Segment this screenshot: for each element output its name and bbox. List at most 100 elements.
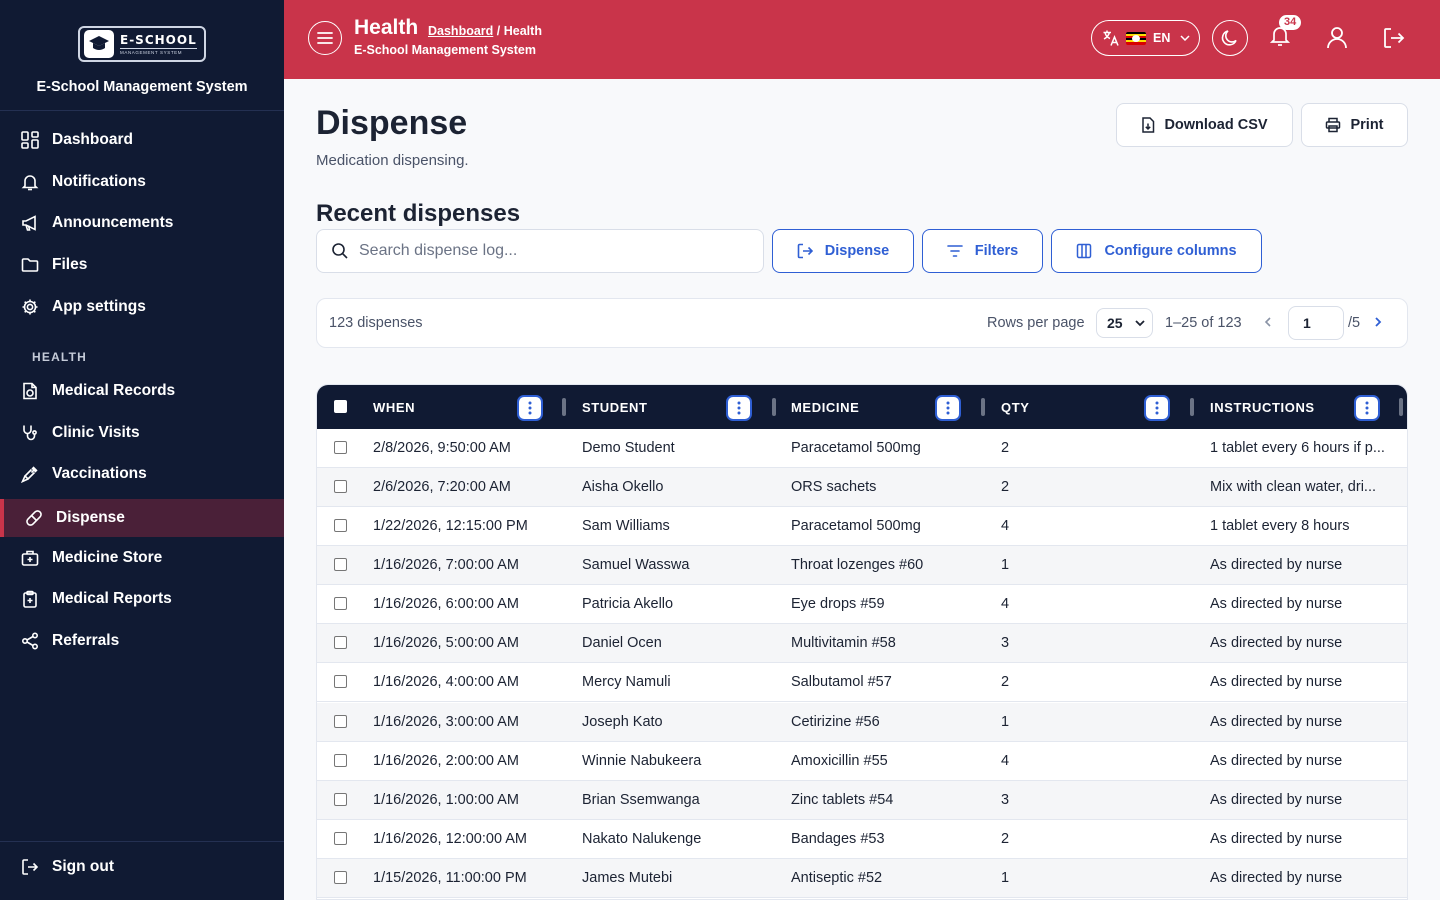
dispense-button[interactable]: Dispense [772, 229, 914, 273]
sidebar-item-notifications[interactable]: Notifications [0, 163, 284, 201]
sidebar-item-files[interactable]: Files [0, 246, 284, 284]
cell-student: Brian Ssemwanga [582, 792, 700, 808]
share-icon [20, 631, 40, 651]
breadcrumb-link-dashboard[interactable]: Dashboard [428, 24, 493, 38]
table-row[interactable]: 1/16/2026, 3:00:00 AM Joseph Kato Cetiri… [317, 703, 1407, 742]
cell-instructions: 1 tablet every 6 hours if p... [1210, 440, 1385, 456]
column-resize-handle[interactable] [1399, 398, 1403, 416]
dispense-table: WHEN STUDENT MEDICINE QTY INSTRUCTIONS 2… [316, 384, 1408, 900]
sidebar-item-label: Dispense [56, 509, 125, 526]
row-checkbox[interactable] [334, 675, 347, 688]
cell-instructions: As directed by nurse [1210, 674, 1343, 690]
table-row[interactable]: 2/6/2026, 7:20:00 AM Aisha Okello ORS sa… [317, 468, 1407, 507]
cell-qty: 4 [1001, 518, 1010, 534]
table-row[interactable]: 1/16/2026, 12:00:00 AM Nakato Nalukenge … [317, 820, 1407, 859]
column-header-instructions[interactable]: INSTRUCTIONS [1210, 385, 1315, 429]
cell-when: 1/16/2026, 2:00:00 AM [373, 753, 519, 769]
row-checkbox[interactable] [334, 441, 347, 454]
sidebar-item-dispense[interactable]: Dispense [0, 499, 284, 537]
sidebar-item-app-settings[interactable]: App settings [0, 288, 284, 326]
cell-instructions: 1 tablet every 8 hours [1210, 518, 1350, 534]
logout-button[interactable] [1382, 26, 1406, 55]
language-selector[interactable]: EN [1091, 20, 1200, 56]
page-number-input[interactable] [1288, 306, 1344, 340]
download-csv-button[interactable]: Download CSV [1116, 103, 1293, 147]
table-row[interactable]: 1/16/2026, 1:00:00 AM Brian Ssemwanga Zi… [317, 781, 1407, 820]
column-menu-button[interactable] [726, 395, 752, 421]
sidebar-item-medical-reports[interactable]: Medical Reports [0, 580, 284, 618]
next-page-button[interactable] [1373, 315, 1383, 333]
column-resize-handle[interactable] [772, 398, 776, 416]
print-button[interactable]: Print [1301, 103, 1408, 147]
sidebar-item-vaccinations[interactable]: Vaccinations [0, 455, 284, 493]
table-row[interactable]: 1/16/2026, 6:00:00 AM Patricia Akello Ey… [317, 585, 1407, 624]
search-input[interactable] [359, 242, 739, 260]
column-header-medicine[interactable]: MEDICINE [791, 385, 859, 429]
cell-instructions: As directed by nurse [1210, 870, 1343, 886]
sidebar-item-label: Medical Reports [52, 590, 172, 607]
row-checkbox[interactable] [334, 793, 347, 806]
cell-student: Patricia Akello [582, 596, 674, 612]
configure-columns-button[interactable]: Configure columns [1051, 229, 1262, 273]
sidebar-item-medicine-store[interactable]: Medicine Store [0, 539, 284, 577]
row-checkbox[interactable] [334, 597, 347, 610]
sidebar-item-dashboard[interactable]: Dashboard [0, 121, 284, 159]
table-row[interactable]: 1/16/2026, 4:00:00 AM Mercy Namuli Salbu… [317, 663, 1407, 702]
sidebar-item-medical-records[interactable]: Medical Records [0, 372, 284, 410]
row-checkbox[interactable] [334, 519, 347, 532]
graduation-cap-icon [84, 30, 114, 58]
column-menu-button[interactable] [1354, 395, 1380, 421]
column-resize-handle[interactable] [562, 398, 566, 416]
cell-medicine: Salbutamol #57 [791, 674, 892, 690]
column-resize-handle[interactable] [981, 398, 985, 416]
table-row[interactable]: 2/8/2026, 9:50:00 AM Demo Student Parace… [317, 429, 1407, 468]
cell-medicine: Bandages #53 [791, 831, 885, 847]
cell-student: James Mutebi [582, 870, 673, 886]
table-row[interactable]: 1/22/2026, 12:15:00 PM Sam Williams Para… [317, 507, 1407, 546]
menu-toggle-button[interactable] [308, 21, 342, 55]
profile-button[interactable] [1326, 26, 1348, 55]
row-checkbox[interactable] [334, 715, 347, 728]
sidebar-item-clinic-visits[interactable]: Clinic Visits [0, 414, 284, 452]
column-header-when[interactable]: WHEN [373, 385, 415, 429]
cell-student: Mercy Namuli [582, 674, 671, 690]
table-row[interactable]: 1/16/2026, 7:00:00 AM Samuel Wasswa Thro… [317, 546, 1407, 585]
column-menu-button[interactable] [935, 395, 961, 421]
cell-when: 1/22/2026, 12:15:00 PM [373, 518, 528, 534]
row-checkbox[interactable] [334, 754, 347, 767]
medkit-icon [20, 548, 40, 568]
sign-out-button[interactable]: Sign out [20, 848, 114, 886]
row-checkbox[interactable] [334, 636, 347, 649]
table-row[interactable]: 1/16/2026, 2:00:00 AM Winnie Nabukeera A… [317, 742, 1407, 781]
sidebar-item-announcements[interactable]: Announcements [0, 204, 284, 242]
column-menu-button[interactable] [1144, 395, 1170, 421]
section-title: Recent dispenses [316, 200, 521, 227]
filters-button[interactable]: Filters [922, 229, 1043, 273]
page-subtitle: Medication dispensing. [316, 152, 469, 169]
column-resize-handle[interactable] [1190, 398, 1194, 416]
cell-qty: 3 [1001, 792, 1010, 808]
row-checkbox[interactable] [334, 832, 347, 845]
theme-toggle-button[interactable] [1212, 20, 1248, 56]
column-header-student[interactable]: STUDENT [582, 385, 648, 429]
search-icon [332, 243, 348, 259]
cell-when: 1/16/2026, 7:00:00 AM [373, 557, 519, 573]
row-checkbox[interactable] [334, 558, 347, 571]
row-checkbox[interactable] [334, 871, 347, 884]
table-row[interactable]: 1/15/2026, 11:00:00 PM James Mutebi Anti… [317, 859, 1407, 898]
rows-per-page-select[interactable]: 25 [1096, 308, 1153, 338]
row-checkbox[interactable] [334, 480, 347, 493]
table-row[interactable]: 1/16/2026, 5:00:00 AM Daniel Ocen Multiv… [317, 624, 1407, 663]
header-title: Health [354, 16, 419, 39]
previous-page-button[interactable] [1263, 315, 1273, 333]
kebab-icon [528, 401, 532, 415]
sidebar-item-referrals[interactable]: Referrals [0, 622, 284, 660]
column-header-qty[interactable]: QTY [1001, 385, 1030, 429]
cell-medicine: Cetirizine #56 [791, 714, 880, 730]
chevron-right-icon [1375, 317, 1382, 327]
breadcrumb: Dashboard / Health [428, 24, 542, 38]
select-all-checkbox[interactable] [334, 400, 347, 413]
sidebar-item-label: Medicine Store [52, 549, 163, 566]
cell-qty: 1 [1001, 714, 1010, 730]
column-menu-button[interactable] [517, 395, 543, 421]
